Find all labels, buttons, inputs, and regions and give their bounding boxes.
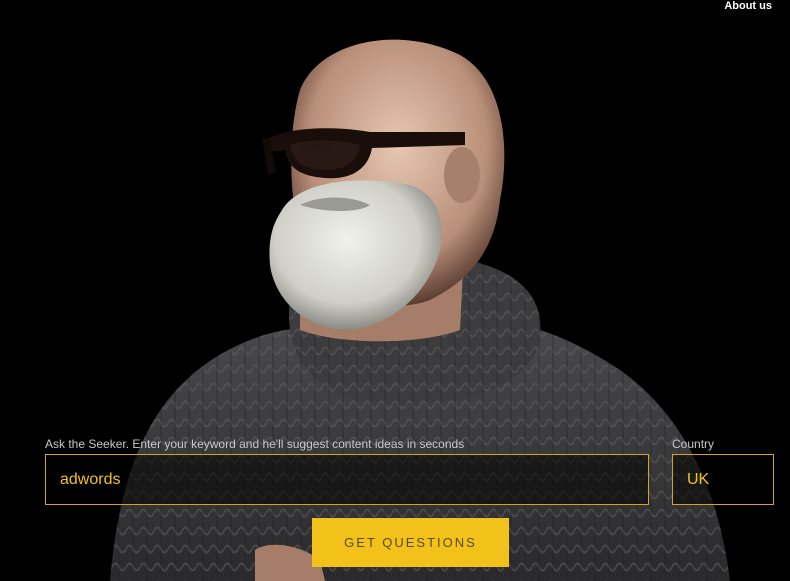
country-input[interactable]: [672, 454, 774, 505]
get-questions-button[interactable]: GET QUESTIONS: [312, 518, 509, 567]
keyword-field-label: Ask the Seeker. Enter your keyword and h…: [45, 437, 465, 451]
keyword-input[interactable]: [45, 454, 649, 505]
country-field-label: Country: [672, 437, 715, 451]
about-us-link[interactable]: About us: [724, 0, 772, 12]
